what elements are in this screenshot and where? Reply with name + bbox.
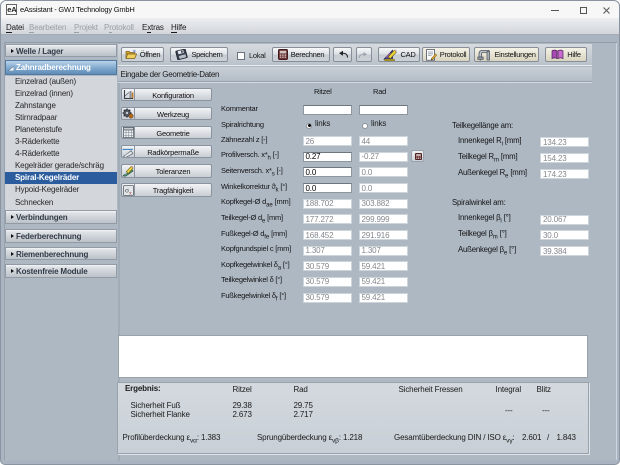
svg-text:eA: eA [7, 5, 17, 14]
svg-text:x: x [129, 190, 132, 195]
